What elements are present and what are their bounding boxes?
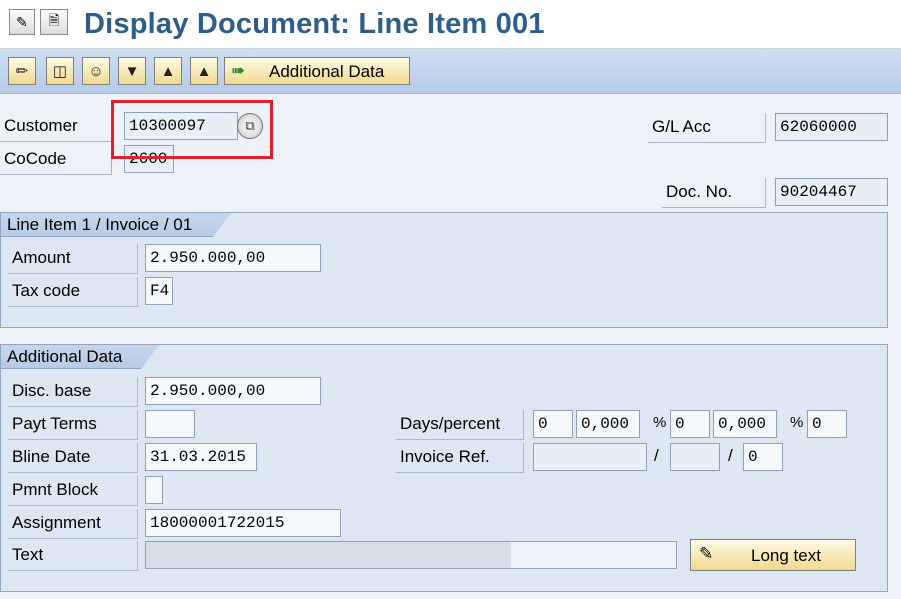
cocode-label: CoCode	[0, 145, 112, 175]
text-label: Text	[8, 541, 138, 571]
long-text-button[interactable]: ✎ Long text	[690, 539, 856, 571]
bline-date-field[interactable]: 31.03.2015	[145, 443, 257, 471]
assignment-field[interactable]: 18000001722015	[145, 509, 341, 537]
invoice-ref-separator-1: /	[654, 446, 659, 465]
arrow-right-icon: ➠	[231, 61, 246, 80]
doc-no-field[interactable]: 90204467	[775, 178, 888, 206]
document-overview-icon[interactable]: ◫	[46, 57, 74, 85]
pmnt-block-label: Pmnt Block	[8, 476, 138, 506]
invoice-ref-item-field[interactable]: 0	[743, 443, 783, 471]
bline-date-label: Bline Date	[8, 443, 138, 473]
invoice-ref-label: Invoice Ref.	[396, 443, 524, 473]
long-text-icon: ✎	[699, 544, 714, 563]
long-text-label: Long text	[751, 546, 821, 565]
invoice-ref-year-field[interactable]	[670, 443, 720, 471]
doc-no-label: Doc. No.	[662, 178, 766, 208]
additional-data-group-title: Additional Data	[1, 345, 159, 369]
tax-code-label: Tax code	[8, 277, 138, 307]
customer-label: Customer	[0, 112, 112, 142]
amount-field[interactable]: 2.950.000,00	[145, 244, 321, 272]
payt-terms-label: Payt Terms	[8, 410, 138, 440]
tax-code-field[interactable]: F4	[145, 277, 173, 305]
user-icon[interactable]: ☺	[82, 57, 110, 85]
edit-pencil-icon[interactable]: ✏	[8, 57, 36, 85]
hat-icon[interactable]: ▲	[190, 57, 218, 85]
line-item-group-title: Line Item 1 / Invoice / 01	[1, 213, 231, 237]
display-change-icon[interactable]: ✎	[9, 9, 35, 35]
disc-base-label: Disc. base	[8, 377, 138, 407]
payt-terms-field[interactable]	[145, 410, 195, 438]
gl-acc-field[interactable]: 62060000	[775, 113, 888, 141]
assignment-label: Assignment	[8, 509, 138, 539]
amount-label: Amount	[8, 244, 138, 274]
invoice-ref-field[interactable]	[533, 443, 647, 471]
document-icon[interactable]: 🗎	[40, 9, 68, 35]
percent-2-sign: %	[790, 414, 804, 431]
additional-data-button[interactable]: ➠ Additional Data	[224, 57, 410, 85]
days-percent-label: Days/percent	[396, 410, 524, 440]
application-toolbar: ✏ ◫ ☺ ▼ ▲ ▲ ➠ Additional Data	[0, 49, 901, 94]
text-field[interactable]	[145, 541, 677, 569]
disc-base-field[interactable]: 2.950.000,00	[145, 377, 321, 405]
next-item-down-icon[interactable]: ▼	[118, 57, 146, 85]
previous-item-up-icon[interactable]: ▲	[154, 57, 182, 85]
gl-acc-label: G/L Acc	[648, 113, 766, 143]
days-2-field[interactable]: 0	[670, 410, 710, 438]
days-1-field[interactable]: 0	[533, 410, 573, 438]
title-bar: ✎ 🗎 Display Document: Line Item 001	[0, 0, 901, 49]
highlight-box	[111, 100, 273, 159]
days-3-field[interactable]: 0	[807, 410, 847, 438]
percent-1-sign: %	[653, 414, 667, 431]
pmnt-block-field[interactable]	[145, 476, 163, 504]
percent-1-field[interactable]: 0,000	[576, 410, 640, 438]
invoice-ref-separator-2: /	[728, 446, 733, 465]
percent-2-field[interactable]: 0,000	[713, 410, 777, 438]
additional-data-label: Additional Data	[269, 62, 385, 81]
page-title: Display Document: Line Item 001	[84, 8, 545, 40]
